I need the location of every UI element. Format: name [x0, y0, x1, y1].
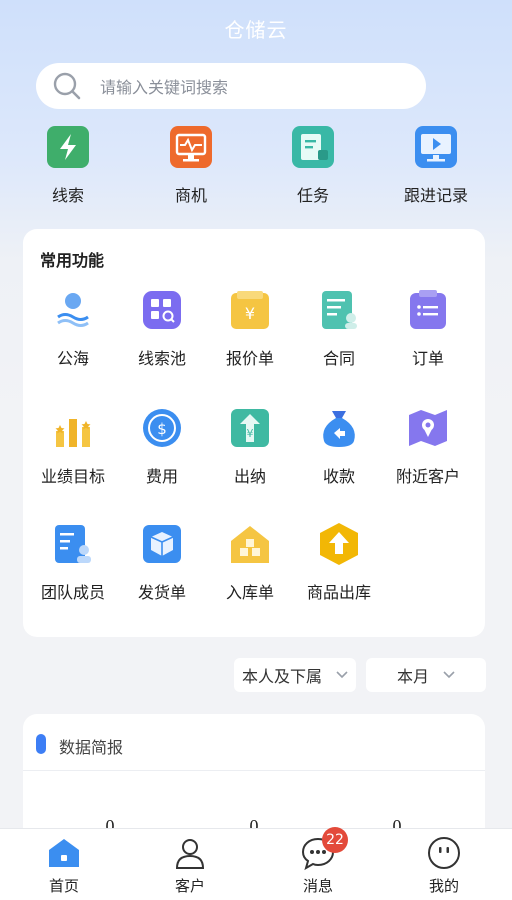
svg-text:¥: ¥ — [245, 304, 255, 323]
tab-label: 我的 — [428, 877, 459, 895]
feature-public-pool[interactable]: 公海 — [28, 287, 118, 369]
feature-label: 业绩目标 — [40, 467, 105, 486]
search-bar[interactable]: 请输入关键词搜索 — [36, 63, 426, 109]
yen-upload-icon: ¥ — [227, 405, 273, 451]
money-bag-icon — [316, 405, 362, 451]
feature-label: 商品出库 — [306, 583, 371, 602]
period-select-value: 本月 — [396, 667, 429, 686]
period-select[interactable]: 本月 — [366, 658, 486, 692]
page-title: 仓储云 — [224, 18, 288, 42]
feature-label: 合同 — [322, 349, 355, 368]
quick-action-label: 任务 — [296, 186, 329, 205]
face-icon — [426, 835, 462, 871]
tab-label: 首页 — [48, 877, 79, 895]
package-box-icon — [139, 521, 185, 567]
feature-label: 公海 — [56, 349, 89, 368]
feature-label: 报价单 — [225, 349, 274, 368]
tab-label: 消息 — [302, 877, 333, 895]
svg-text:$: $ — [157, 420, 167, 438]
chat-icon: 22 — [300, 827, 348, 871]
feature-label: 订单 — [411, 349, 444, 368]
feature-delivery-note[interactable]: 发货单 — [117, 521, 207, 603]
grid-search-icon — [139, 287, 185, 333]
feature-expense[interactable]: $ 费用 — [117, 405, 207, 487]
common-functions-card: 常用功能 公海 线索池 ¥ 报价单 合同 订单 业绩目标 $ 费用 ¥ 出纳 收… — [23, 229, 485, 637]
home-icon — [46, 835, 82, 871]
search-input[interactable]: 请输入关键词搜索 — [100, 74, 228, 98]
bottom-tab-bar: 首页 客户 22 消息 我的 — [0, 827, 512, 900]
feature-nearby-customers[interactable]: 附近客户 — [383, 405, 473, 487]
quick-action-label: 商机 — [174, 186, 207, 205]
feature-order[interactable]: 订单 — [383, 287, 473, 369]
tab-messages[interactable]: 22 消息 — [268, 827, 368, 896]
contract-icon — [316, 287, 362, 333]
quick-action-follow-up[interactable]: 跟进记录 — [386, 126, 486, 206]
unread-badge: 22 — [322, 827, 348, 853]
quick-actions: 线索 商机 任务 跟进记录 — [0, 126, 512, 210]
quick-action-label: 跟进记录 — [403, 186, 468, 205]
scope-select[interactable]: 本人及下属 — [234, 658, 356, 692]
order-clipboard-icon — [405, 287, 451, 333]
monitor-pulse-icon — [170, 126, 212, 168]
user-icon — [172, 835, 208, 871]
feature-label: 收款 — [322, 467, 355, 486]
feature-label: 线索池 — [137, 349, 186, 368]
feature-label: 附近客户 — [395, 467, 460, 486]
quick-action-opportunity[interactable]: 商机 — [141, 126, 241, 206]
feature-goods-outbound[interactable]: 商品出库 — [294, 521, 384, 603]
report-filters: 本人及下属 本月 — [0, 658, 512, 694]
feature-lead-pool[interactable]: 线索池 — [117, 287, 207, 369]
quick-action-task[interactable]: 任务 — [263, 126, 363, 206]
feature-label: 团队成员 — [40, 583, 105, 602]
tab-home[interactable]: 首页 — [14, 835, 114, 896]
search-icon — [53, 72, 81, 100]
team-member-icon — [50, 521, 96, 567]
feature-label: 出纳 — [233, 467, 266, 486]
hexagon-up-icon — [316, 521, 362, 567]
feature-contract[interactable]: 合同 — [294, 287, 384, 369]
warehouse-icon — [227, 521, 273, 567]
scope-select-value: 本人及下属 — [241, 667, 322, 686]
feature-quotation[interactable]: ¥ 报价单 — [205, 287, 295, 369]
sea-person-icon — [50, 287, 96, 333]
lightning-icon — [47, 126, 89, 168]
feature-cashier[interactable]: ¥ 出纳 — [205, 405, 295, 487]
chevron-down-icon — [443, 671, 455, 679]
feature-label: 费用 — [145, 467, 178, 486]
feature-label: 发货单 — [137, 583, 186, 602]
map-pin-icon — [405, 405, 451, 451]
tab-customers[interactable]: 客户 — [140, 835, 240, 896]
dollar-coin-icon: $ — [139, 405, 185, 451]
feature-stock-in[interactable]: 入库单 — [205, 521, 295, 603]
svg-text:¥: ¥ — [247, 427, 254, 440]
feature-collection[interactable]: 收款 — [294, 405, 384, 487]
yen-folder-icon: ¥ — [227, 287, 273, 333]
section-title: 常用功能 — [40, 251, 105, 270]
feature-label: 入库单 — [225, 583, 274, 602]
divider — [23, 770, 485, 771]
section-title: 数据简报 — [59, 738, 124, 757]
quick-action-label: 线索 — [51, 186, 84, 205]
chevron-down-icon — [336, 671, 348, 679]
quick-action-leads[interactable]: 线索 — [18, 126, 118, 206]
tab-label: 客户 — [174, 877, 205, 895]
section-accent-bar — [36, 734, 46, 754]
feature-performance-target[interactable]: 业绩目标 — [28, 405, 118, 487]
feature-team-members[interactable]: 团队成员 — [28, 521, 118, 603]
task-list-icon — [292, 126, 334, 168]
video-screen-icon — [415, 126, 457, 168]
tab-profile[interactable]: 我的 — [394, 835, 494, 896]
bar-stars-icon — [50, 405, 96, 451]
